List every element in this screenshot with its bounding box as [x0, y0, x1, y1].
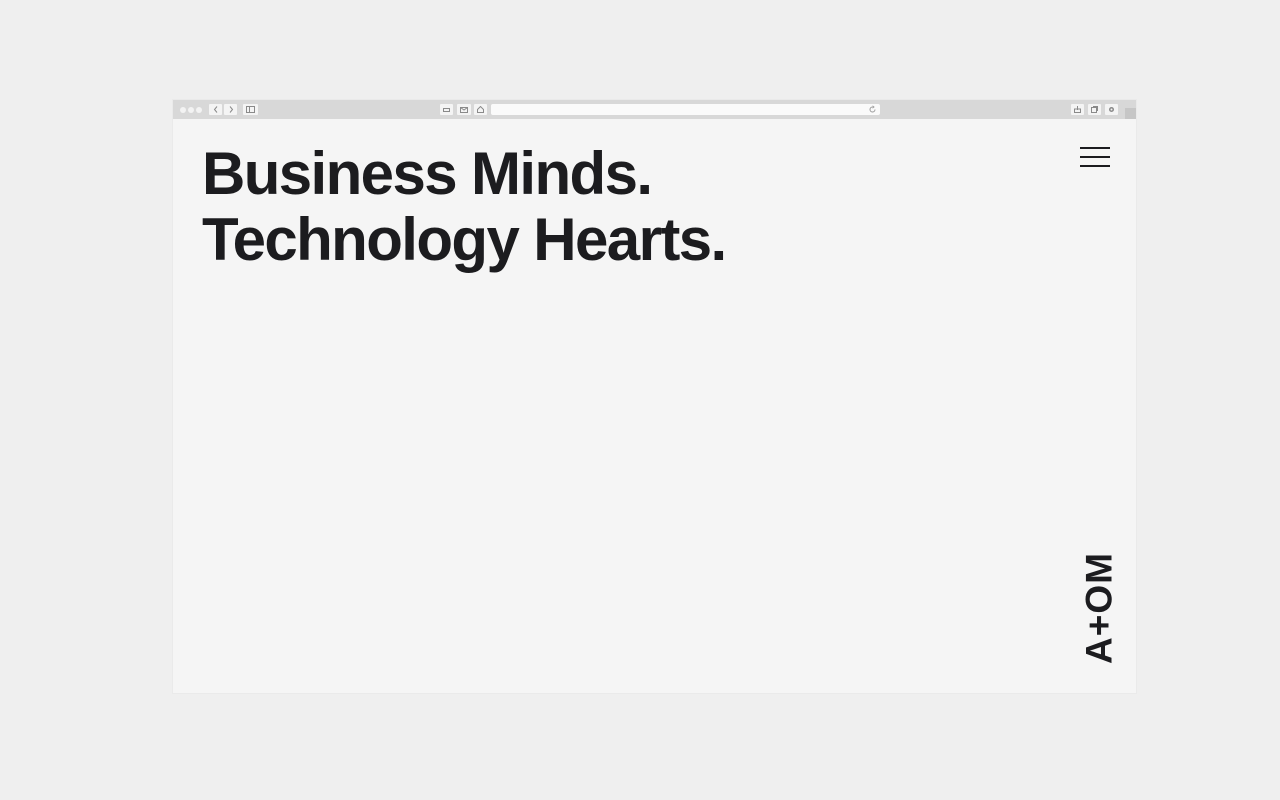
- sidebar-button[interactable]: [243, 104, 258, 115]
- tabs-button[interactable]: [1088, 104, 1101, 115]
- headline-line-1: Business Minds.: [202, 140, 653, 207]
- forward-button[interactable]: [224, 104, 237, 115]
- mail-icon: [460, 106, 468, 113]
- sidebar-icon: [246, 106, 255, 113]
- back-arrow-icon: [213, 106, 217, 113]
- print-icon: [443, 107, 450, 112]
- headline-line-2: Technology Hearts.: [202, 206, 727, 273]
- share-icon: [1074, 106, 1081, 113]
- reload-icon[interactable]: [868, 105, 877, 114]
- hero-headline: Business Minds. Technology Hearts.: [202, 140, 727, 273]
- forward-arrow-icon: [229, 106, 233, 113]
- back-button[interactable]: [209, 104, 222, 115]
- hamburger-menu-icon[interactable]: [1080, 145, 1111, 169]
- print-button[interactable]: [440, 104, 453, 115]
- mail-button[interactable]: [457, 104, 471, 115]
- window-zoom-button[interactable]: [196, 107, 202, 113]
- brand-logo[interactable]: A+OM: [1079, 552, 1120, 664]
- settings-button[interactable]: [1105, 104, 1118, 115]
- settings-icon: [1109, 107, 1114, 112]
- window-minimize-button[interactable]: [188, 107, 194, 113]
- new-tab-button[interactable]: [1125, 108, 1136, 119]
- window-close-button[interactable]: [180, 107, 186, 113]
- tabs-icon: [1091, 106, 1098, 113]
- browser-toolbar: [173, 100, 1136, 119]
- address-bar[interactable]: [491, 104, 880, 115]
- share-button[interactable]: [1071, 104, 1084, 115]
- home-icon: [477, 106, 484, 113]
- home-button[interactable]: [474, 104, 487, 115]
- browser-window: Business Minds. Technology Hearts. A+OM: [173, 100, 1136, 693]
